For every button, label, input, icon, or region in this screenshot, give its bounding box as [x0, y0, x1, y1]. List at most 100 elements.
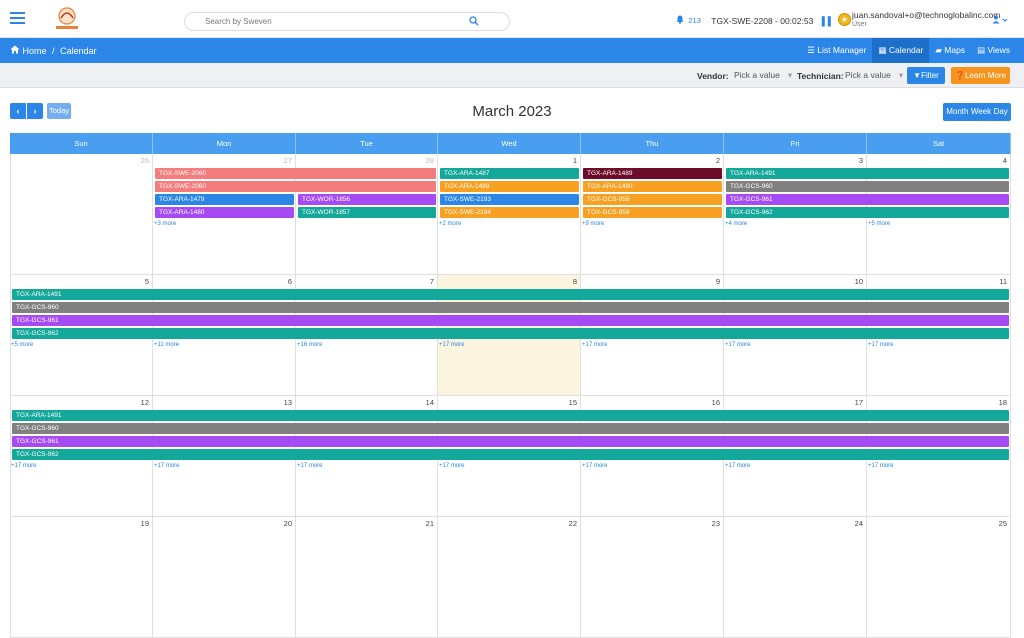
day-number[interactable]: 10 [855, 277, 863, 286]
day-cell[interactable]: 25 [867, 517, 1011, 638]
search-input[interactable]: Search by Sweven [184, 12, 510, 31]
more-events-link[interactable]: +2 more [439, 221, 461, 227]
vendor-select[interactable]: Pick a value ▾ [734, 70, 792, 81]
more-events-link[interactable]: +16 more [297, 342, 323, 348]
calendar-event[interactable]: TGX-ARA-1491 [726, 168, 1009, 179]
day-number[interactable]: 26 [141, 156, 149, 165]
more-events-link[interactable]: +3 more [154, 221, 176, 227]
day-cell[interactable]: 26 [10, 154, 153, 275]
day-number[interactable]: 11 [999, 277, 1007, 286]
more-events-link[interactable]: +4 more [725, 221, 747, 227]
calendar-event[interactable]: TGX-GCS-958 [583, 194, 722, 205]
more-events-link[interactable]: +17 more [868, 463, 894, 469]
bell-icon[interactable] [676, 15, 684, 26]
calendar-event[interactable]: TGX-ARA-1490 [583, 181, 722, 192]
day-number[interactable]: 1 [573, 156, 577, 165]
day-number[interactable]: 8 [573, 277, 577, 286]
more-events-link[interactable]: +17 more [582, 342, 608, 348]
calendar-event[interactable]: TGX-GCS-960 [12, 302, 1009, 313]
calendar-event[interactable]: TGX-GCS-962 [12, 449, 1009, 460]
search-icon[interactable] [469, 16, 479, 28]
calendar-event[interactable]: TGX-ARA-1480 [155, 207, 294, 218]
nav-maps[interactable]: ▰ Maps [929, 38, 971, 63]
more-events-link[interactable]: +5 more [11, 342, 33, 348]
learn-more-button[interactable]: ❓Learn More [951, 67, 1010, 84]
more-events-link[interactable]: +17 more [154, 463, 180, 469]
more-events-link[interactable]: +5 more [868, 221, 890, 227]
nav-calendar[interactable]: ▦ Calendar [872, 38, 930, 63]
day-number[interactable]: 17 [855, 398, 863, 407]
day-number[interactable]: 24 [855, 519, 863, 528]
day-number[interactable]: 18 [999, 398, 1007, 407]
pause-icon[interactable]: ▌▌ [822, 16, 834, 26]
calendar-event[interactable]: TGX-WOR-1857 [298, 207, 436, 218]
calendar-event[interactable]: TGX-ARA-1488 [440, 181, 579, 192]
day-number[interactable]: 27 [284, 156, 292, 165]
day-number[interactable]: 2 [716, 156, 720, 165]
more-events-link[interactable]: +17 more [439, 463, 465, 469]
day-number[interactable]: 4 [1003, 156, 1007, 165]
day-number[interactable]: 16 [712, 398, 720, 407]
day-cell[interactable]: 21 [296, 517, 438, 638]
calendar-event[interactable]: TGX-GCS-960 [12, 423, 1009, 434]
calendar-event[interactable]: TGX-SWE-2060 [155, 181, 436, 192]
calendar-event[interactable]: TGX-ARA-1491 [12, 289, 1009, 300]
day-number[interactable]: 3 [859, 156, 863, 165]
view-month-button[interactable]: Month [946, 103, 968, 121]
more-events-link[interactable]: +17 more [868, 342, 894, 348]
more-events-link[interactable]: +17 more [582, 463, 608, 469]
calendar-event[interactable]: TGX-ARA-1479 [155, 194, 294, 205]
more-events-link[interactable]: +17 more [11, 463, 37, 469]
day-number[interactable]: 13 [284, 398, 292, 407]
day-cell[interactable]: 24 [724, 517, 867, 638]
more-events-link[interactable]: +9 more [582, 221, 604, 227]
day-number[interactable]: 14 [426, 398, 434, 407]
calendar-event[interactable]: TGX-ARA-1491 [12, 410, 1009, 421]
day-cell[interactable]: 20 [153, 517, 296, 638]
day-number[interactable]: 25 [999, 519, 1007, 528]
calendar-event[interactable]: TGX-WOR-1856 [298, 194, 436, 205]
more-events-link[interactable]: +17 more [297, 463, 323, 469]
day-number[interactable]: 21 [426, 519, 434, 528]
calendar-event[interactable]: TGX-ARA-1489 [583, 168, 722, 179]
calendar-event[interactable]: TGX-GCS-962 [12, 328, 1009, 339]
more-events-link[interactable]: +11 more [154, 342, 179, 348]
calendar-event[interactable]: TGX-GCS-961 [726, 194, 1009, 205]
nav-views[interactable]: ▤ Views [971, 38, 1016, 63]
calendar-event[interactable]: TGX-GCS-959 [583, 207, 722, 218]
calendar-event[interactable]: TGX-SWE-2194 [440, 207, 579, 218]
calendar-event[interactable]: TGX-GCS-961 [12, 436, 1009, 447]
calendar-event[interactable]: TGX-GCS-961 [12, 315, 1009, 326]
day-number[interactable]: 20 [284, 519, 292, 528]
breadcrumb-home[interactable]: Home [23, 46, 47, 56]
calendar-event[interactable]: TGX-SWE-2060 [155, 168, 436, 179]
day-number[interactable]: 9 [716, 277, 720, 286]
menu-icon[interactable] [10, 12, 25, 24]
view-day-button[interactable]: Day [994, 103, 1008, 121]
day-cell[interactable]: 22 [438, 517, 581, 638]
more-events-link[interactable]: +17 more [725, 463, 751, 469]
filter-button[interactable]: ▼Filter [907, 67, 945, 84]
day-number[interactable]: 19 [141, 519, 149, 528]
nav-list-manager[interactable]: ☰ List Manager [801, 38, 872, 63]
day-cell[interactable]: 19 [10, 517, 153, 638]
more-events-link[interactable]: +17 more [439, 342, 465, 348]
day-number[interactable]: 12 [141, 398, 149, 407]
day-number[interactable]: 28 [426, 156, 434, 165]
user-menu-icon[interactable] [992, 15, 1008, 26]
calendar-event[interactable]: TGX-GCS-960 [726, 181, 1009, 192]
day-number[interactable]: 6 [288, 277, 292, 286]
company-logo[interactable] [50, 4, 84, 34]
day-number[interactable]: 22 [569, 519, 577, 528]
calendar-event[interactable]: TGX-GCS-962 [726, 207, 1009, 218]
view-week-button[interactable]: Week [971, 103, 991, 121]
technician-select[interactable]: Pick a value ▾ [845, 70, 903, 81]
day-number[interactable]: 15 [569, 398, 577, 407]
user-info[interactable]: juan.sandoval+o@technoglobalinc.com User [852, 11, 1000, 29]
notification-count[interactable]: 213 [688, 16, 701, 25]
calendar-event[interactable]: TGX-ARA-1487 [440, 168, 579, 179]
more-events-link[interactable]: +17 more [725, 342, 751, 348]
day-cell[interactable]: 23 [581, 517, 724, 638]
day-number[interactable]: 7 [430, 277, 434, 286]
avatar[interactable]: ★ [838, 13, 851, 26]
